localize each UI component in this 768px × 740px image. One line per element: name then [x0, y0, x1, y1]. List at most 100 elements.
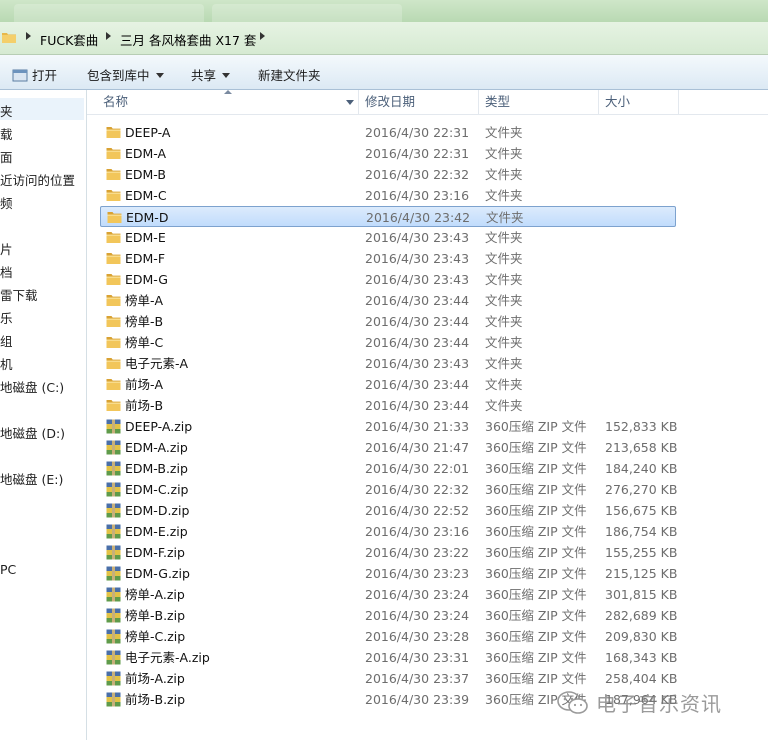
breadcrumb-arrow-icon[interactable] [26, 32, 31, 40]
file-row[interactable]: 电子元素-A.zip 2016/4/30 23:31 360压缩 ZIP 文件 168… [100, 647, 678, 668]
address-bar[interactable]: FUCK套曲 三月 各风格套曲 X17 套 [0, 22, 768, 55]
file-name: EDM-D [126, 210, 169, 225]
zip-file-icon [106, 650, 121, 665]
folder-row[interactable]: EDM-G 2016/4/30 23:43 文件夹 [100, 269, 676, 290]
file-row[interactable]: 榜单-A.zip 2016/4/30 23:24 360压缩 ZIP 文件 301,8… [100, 584, 677, 605]
folder-row[interactable]: 榜单-B 2016/4/30 23:44 文件夹 [100, 311, 676, 332]
file-size: 186,754 KB [605, 524, 678, 539]
file-name: 榜单-C [125, 335, 164, 350]
file-name: EDM-E.zip [125, 524, 188, 539]
zip-file-icon [106, 629, 121, 644]
file-size: 258,404 KB [605, 671, 678, 686]
column-date[interactable]: 修改日期 [359, 90, 479, 114]
file-name: 榜单-B [125, 314, 164, 329]
folder-icon [106, 251, 121, 266]
folder-row[interactable]: 前场-B 2016/4/30 23:44 文件夹 [100, 395, 676, 416]
nav-item[interactable]: 近访问的位置 [0, 170, 75, 189]
file-date: 2016/4/30 22:52 [365, 503, 470, 518]
nav-item[interactable]: 雷下载 [0, 285, 38, 304]
file-row[interactable]: EDM-A.zip 2016/4/30 21:47 360压缩 ZIP 文件 213,… [100, 437, 677, 458]
zip-file-icon [106, 482, 121, 497]
new-folder-button[interactable]: 新建文件夹 [258, 65, 321, 84]
include-label: 包含到库中 [87, 68, 150, 83]
nav-item[interactable]: 频 [0, 193, 13, 212]
file-name: EDM-C [125, 188, 167, 203]
column-size-label: 大小 [605, 94, 631, 109]
file-date: 2016/4/30 23:31 [365, 650, 470, 665]
open-button[interactable]: 打开 [12, 65, 57, 84]
file-row[interactable]: DEEP-A.zip 2016/4/30 21:33 360压缩 ZIP 文件 152… [100, 416, 677, 437]
folder-row[interactable]: EDM-A 2016/4/30 22:31 文件夹 [100, 143, 676, 164]
file-date: 2016/4/30 22:31 [365, 146, 470, 161]
zip-file-icon [106, 608, 121, 623]
chevron-down-icon [222, 73, 231, 78]
file-row[interactable]: EDM-D.zip 2016/4/30 22:52 360压缩 ZIP 文件 156,… [100, 500, 677, 521]
nav-item[interactable]: 机 [0, 354, 13, 373]
file-type: 360压缩 ZIP 文件 [485, 671, 587, 686]
file-date: 2016/4/30 23:24 [365, 587, 470, 602]
browser-tab-2[interactable] [212, 4, 402, 22]
nav-item[interactable]: 片 [0, 239, 13, 258]
nav-item[interactable]: 组 [0, 331, 13, 350]
file-name: 榜单-C.zip [125, 629, 186, 644]
nav-item[interactable]: 地磁盘 (D:) [0, 423, 65, 442]
file-type: 360压缩 ZIP 文件 [485, 503, 587, 518]
folder-row[interactable]: 前场-A 2016/4/30 23:44 文件夹 [100, 374, 676, 395]
include-in-library-button[interactable]: 包含到库中 [87, 65, 164, 84]
file-name: 电子元素-A [125, 356, 189, 371]
file-name: 榜单-A.zip [125, 587, 185, 602]
column-name[interactable]: 名称 [87, 90, 359, 114]
file-row[interactable]: EDM-B.zip 2016/4/30 22:01 360压缩 ZIP 文件 184,… [100, 458, 677, 479]
file-date: 2016/4/30 22:31 [365, 125, 470, 140]
zip-file-icon [106, 566, 121, 581]
folder-row[interactable]: DEEP-A 2016/4/30 22:31 文件夹 [100, 122, 676, 143]
nav-item[interactable]: 地磁盘 (E:) [0, 469, 63, 488]
file-date: 2016/4/30 23:37 [365, 671, 470, 686]
column-type[interactable]: 类型 [479, 90, 599, 114]
chevron-down-icon[interactable] [346, 100, 354, 105]
file-row[interactable]: EDM-E.zip 2016/4/30 23:16 360压缩 ZIP 文件 186,… [100, 521, 678, 542]
file-row[interactable]: EDM-G.zip 2016/4/30 23:23 360压缩 ZIP 文件 215,… [100, 563, 678, 584]
nav-item[interactable]: 载 [0, 124, 13, 143]
folder-row[interactable]: EDM-C 2016/4/30 23:16 文件夹 [100, 185, 676, 206]
breadcrumb-arrow-icon[interactable] [260, 32, 265, 40]
nav-item[interactable]: PC [0, 562, 16, 577]
file-size: 276,270 KB [605, 482, 678, 497]
browser-tab-1[interactable] [14, 4, 204, 22]
folder-row[interactable]: 榜单-A 2016/4/30 23:44 文件夹 [100, 290, 676, 311]
nav-item[interactable]: 档 [0, 262, 13, 281]
folder-row[interactable]: 电子元素-A 2016/4/30 23:43 文件夹 [100, 353, 676, 374]
folder-row[interactable]: EDM-F 2016/4/30 23:43 文件夹 [100, 248, 676, 269]
file-type: 文件夹 [485, 125, 523, 140]
share-button[interactable]: 共享 [191, 65, 231, 84]
file-row[interactable]: EDM-C.zip 2016/4/30 22:32 360压缩 ZIP 文件 276,… [100, 479, 678, 500]
column-size[interactable]: 大小 [599, 90, 679, 114]
file-row[interactable]: 前场-A.zip 2016/4/30 23:37 360压缩 ZIP 文件 258,4… [100, 668, 678, 689]
breadcrumb-item[interactable]: FUCK套曲 [40, 30, 98, 49]
file-size: 282,689 KB [605, 608, 678, 623]
folder-row[interactable]: 榜单-C 2016/4/30 23:44 文件夹 [100, 332, 676, 353]
breadcrumb-arrow-icon[interactable] [106, 32, 111, 40]
file-size: 168,343 KB [605, 650, 678, 665]
file-row[interactable]: EDM-F.zip 2016/4/30 23:22 360压缩 ZIP 文件 155,… [100, 542, 677, 563]
file-type: 文件夹 [485, 398, 523, 413]
folder-icon [106, 188, 121, 203]
file-name: EDM-G [125, 272, 168, 287]
nav-item[interactable]: 地磁盘 (C:) [0, 377, 64, 396]
breadcrumb-item[interactable]: 三月 各风格套曲 X17 套 [120, 30, 256, 49]
file-size: 215,125 KB [605, 566, 678, 581]
file-row[interactable]: 榜单-B.zip 2016/4/30 23:24 360压缩 ZIP 文件 282,6… [100, 605, 678, 626]
nav-item[interactable]: 夹 [0, 101, 13, 120]
nav-item[interactable]: 乐 [0, 308, 13, 327]
file-row[interactable]: 榜单-C.zip 2016/4/30 23:28 360压缩 ZIP 文件 209,8… [100, 626, 677, 647]
nav-item[interactable]: 面 [0, 147, 13, 166]
file-date: 2016/4/30 21:33 [365, 419, 470, 434]
folder-row[interactable]: EDM-D 2016/4/30 23:42 文件夹 [100, 206, 676, 227]
file-name: EDM-B [125, 167, 166, 182]
open-label: 打开 [32, 68, 58, 83]
chevron-down-icon [155, 73, 164, 78]
file-name: 前场-A [125, 377, 164, 392]
folder-row[interactable]: EDM-B 2016/4/30 22:32 文件夹 [100, 164, 676, 185]
zip-file-icon [106, 440, 121, 455]
folder-row[interactable]: EDM-E 2016/4/30 23:43 文件夹 [100, 227, 676, 248]
